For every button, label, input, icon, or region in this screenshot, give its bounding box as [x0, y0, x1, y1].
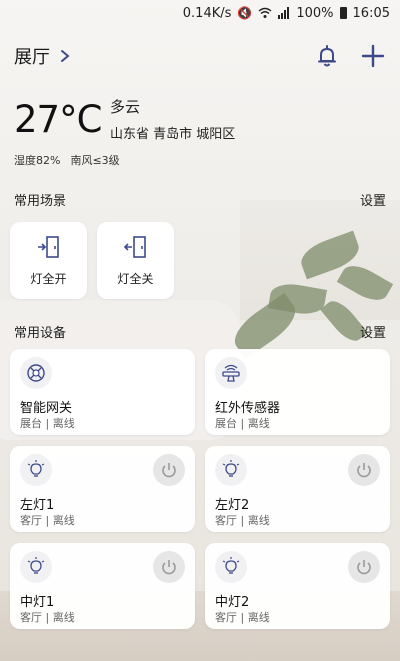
bulb-icon — [20, 551, 52, 583]
scenes-settings-button[interactable]: 设置 — [360, 190, 386, 209]
door-close-icon — [123, 236, 146, 258]
location: 山东省 青岛市 城阳区 — [110, 127, 236, 142]
device-name: 中灯1 — [20, 595, 55, 610]
device-status: 客厅 | 离线 — [215, 611, 270, 624]
scene-card-all-off[interactable]: 灯全关 — [97, 222, 174, 299]
device-status: 客厅 | 离线 — [20, 611, 75, 624]
devices-title: 常用设备 — [14, 326, 67, 341]
scene-label: 灯全开 — [30, 272, 67, 286]
battery-icon — [339, 7, 347, 19]
mute-icon: 🔇 — [237, 6, 253, 20]
bell-icon[interactable] — [314, 43, 340, 69]
device-card-middle-light-1[interactable]: 中灯1 客厅 | 离线 — [10, 543, 195, 629]
scene-card-all-on[interactable]: 灯全开 — [10, 222, 87, 299]
weather-meta: 湿度82% 南风≤3级 — [14, 152, 120, 168]
door-open-icon — [37, 236, 59, 258]
power-button[interactable] — [153, 551, 185, 583]
power-icon — [162, 463, 176, 478]
header: 展厅 — [14, 40, 386, 72]
bulb-icon — [215, 551, 247, 583]
temperature: 27°C — [14, 98, 102, 141]
infrared-sensor-icon — [215, 357, 247, 389]
chevron-right-icon[interactable] — [60, 49, 70, 63]
devices-header: 常用设备 设置 — [14, 322, 386, 341]
wind: 南风≤3级 — [70, 154, 120, 167]
power-button[interactable] — [348, 551, 380, 583]
device-status: 展台 | 离线 — [215, 417, 270, 430]
humidity: 湿度82% — [14, 154, 61, 167]
gateway-icon — [20, 357, 52, 389]
device-status: 展台 | 离线 — [20, 417, 75, 430]
signal-icon — [278, 7, 290, 19]
clock: 16:05 — [352, 5, 390, 21]
battery-percent: 100% — [296, 5, 334, 21]
device-card-middle-light-2[interactable]: 中灯2 客厅 | 离线 — [205, 543, 390, 629]
bulb-icon — [20, 454, 52, 486]
scenes-header: 常用场景 设置 — [14, 190, 386, 209]
room-title[interactable]: 展厅 — [14, 43, 50, 69]
power-icon — [357, 560, 371, 575]
device-card-left-light-2[interactable]: 左灯2 客厅 | 离线 — [205, 446, 390, 532]
scenes-title: 常用场景 — [14, 194, 67, 209]
device-card-infrared-sensor[interactable]: 红外传感器 展台 | 离线 — [205, 349, 390, 435]
device-name: 中灯2 — [215, 595, 250, 610]
device-card-gateway[interactable]: 智能网关 展台 | 离线 — [10, 349, 195, 435]
device-name: 左灯1 — [20, 498, 55, 513]
power-button[interactable] — [348, 454, 380, 486]
power-button[interactable] — [153, 454, 185, 486]
device-status: 客厅 | 离线 — [20, 514, 75, 527]
device-name: 红外传感器 — [215, 401, 281, 416]
scene-label: 灯全关 — [117, 272, 154, 286]
device-name: 左灯2 — [215, 498, 250, 513]
wifi-icon — [258, 7, 272, 18]
device-name: 智能网关 — [20, 401, 73, 416]
power-icon — [357, 463, 371, 478]
power-icon — [162, 560, 176, 575]
weather-condition: 多云 — [110, 98, 141, 116]
devices-settings-button[interactable]: 设置 — [360, 322, 386, 341]
status-bar: 0.14K/s 🔇 100% 16:05 — [0, 0, 400, 26]
device-status: 客厅 | 离线 — [215, 514, 270, 527]
network-speed: 0.14K/s — [182, 5, 232, 21]
add-icon[interactable] — [360, 43, 386, 69]
device-card-left-light-1[interactable]: 左灯1 客厅 | 离线 — [10, 446, 195, 532]
bulb-icon — [215, 454, 247, 486]
